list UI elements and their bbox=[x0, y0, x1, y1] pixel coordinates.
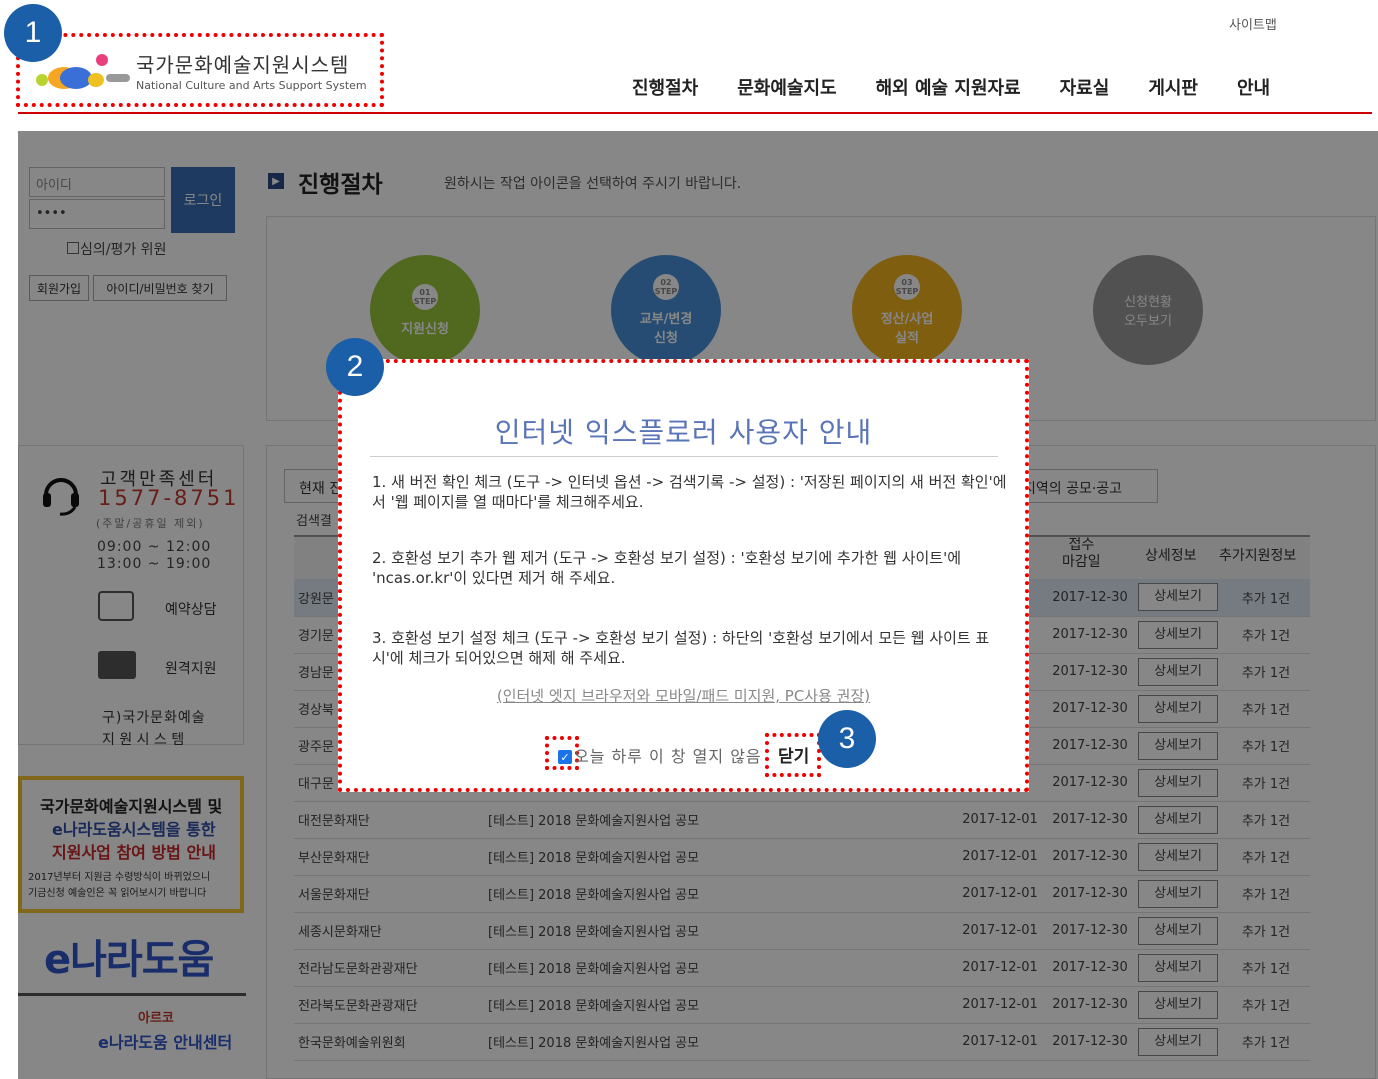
modal-item-3: 3. 호환성 보기 설정 체크 (도구 -> 호환성 보기 설정) : 하단의 … bbox=[372, 629, 990, 667]
callout-2: 2 bbox=[326, 338, 384, 396]
modal-item-1: 1. 새 버전 확인 체크 (도구 -> 인터넷 옵션 -> 검색기록 -> 설… bbox=[372, 473, 1007, 511]
logo-subtitle: National Culture and Arts Support System bbox=[136, 79, 367, 92]
nav-item-guide[interactable]: 안내 bbox=[1237, 74, 1270, 100]
modal-divider bbox=[370, 456, 998, 457]
dont-show-today-label[interactable]: 오늘 하루 이 창 열지 않음 bbox=[574, 743, 762, 767]
callout-3: 3 bbox=[818, 710, 876, 768]
ie-guide-modal: 인터넷 익스플로러 사용자 안내 1. 새 버전 확인 체크 (도구 -> 인터… bbox=[338, 359, 1029, 792]
dont-show-today-checkbox[interactable]: ✓ bbox=[558, 750, 572, 764]
close-button[interactable]: 닫기 bbox=[778, 742, 809, 767]
main-nav: 진행절차 문화예술지도 해외 예술 지원자료 자료실 게시판 안내 bbox=[632, 74, 1309, 100]
nav-item-process[interactable]: 진행절차 bbox=[632, 74, 698, 100]
logo-highlight[interactable]: 국가문화예술지원시스템 National Culture and Arts Su… bbox=[16, 33, 384, 107]
header-divider bbox=[18, 112, 1372, 114]
modal-title: 인터넷 익스플로러 사용자 안내 bbox=[494, 416, 873, 449]
sitemap-link[interactable]: 사이트맵 bbox=[1229, 14, 1277, 33]
nav-item-board[interactable]: 게시판 bbox=[1148, 74, 1198, 100]
nav-item-library[interactable]: 자료실 bbox=[1060, 74, 1110, 100]
logo-title: 국가문화예술지원시스템 bbox=[136, 53, 350, 77]
nav-item-overseas[interactable]: 해외 예술 지원자료 bbox=[876, 74, 1021, 100]
screen: 사이트맵 국가문화예술지원시스템 National Culture and Ar… bbox=[0, 0, 1378, 1079]
callout-1: 1 bbox=[4, 4, 62, 62]
modal-item-2: 2. 호환성 보기 추가 웹 제거 (도구 -> 호환성 보기 설정) : '호… bbox=[372, 549, 961, 587]
browser-notice-link[interactable]: (인터넷 엣지 브라우저와 모바일/패드 미지원, PC사용 권장) bbox=[342, 685, 1025, 706]
nav-item-map[interactable]: 문화예술지도 bbox=[737, 74, 836, 100]
